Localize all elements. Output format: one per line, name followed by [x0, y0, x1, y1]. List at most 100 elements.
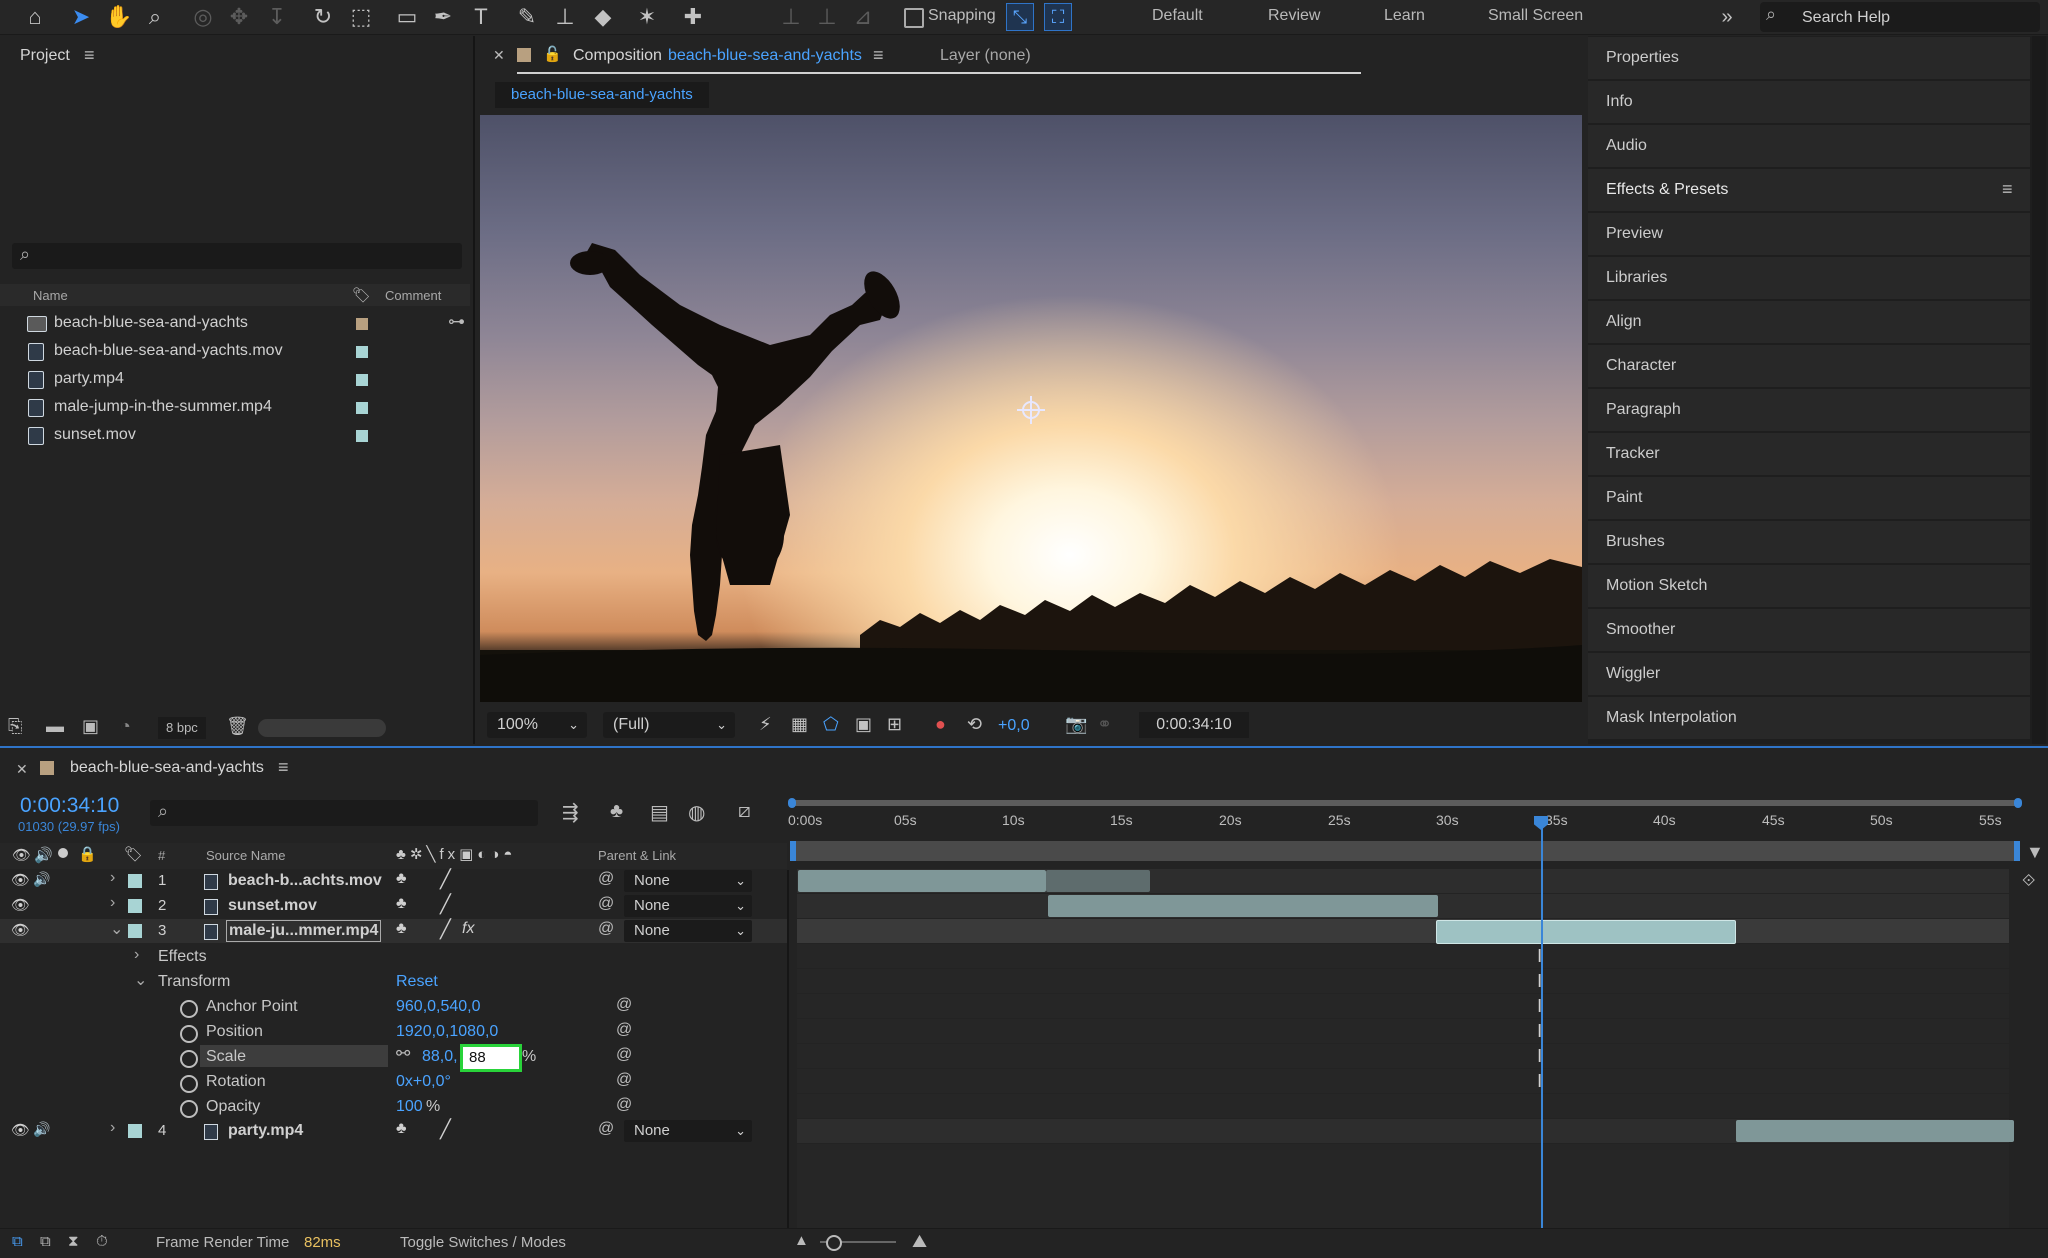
reset-exposure-icon[interactable]: ⟲: [967, 714, 982, 735]
label-swatch[interactable]: [356, 430, 368, 442]
collapse-chevron-icon[interactable]: ⌄: [110, 919, 123, 939]
timeline-zoom-slider-thumb[interactable]: [826, 1235, 842, 1251]
eraser-tool-icon[interactable]: ◆: [588, 2, 618, 32]
timeline-menu-icon[interactable]: ≡: [278, 757, 289, 778]
close-tab-icon[interactable]: ✕: [493, 47, 505, 64]
home-icon[interactable]: ⌂: [20, 2, 50, 32]
modes-pane-icon[interactable]: ⧉: [40, 1233, 51, 1250]
expand-chevron-icon[interactable]: ›: [110, 1119, 115, 1137]
pick-whip-icon[interactable]: @: [598, 1120, 614, 1138]
viewer-timecode[interactable]: 0:00:34:10: [1139, 712, 1249, 738]
panel-motion-sketch[interactable]: Motion Sketch: [1588, 565, 2030, 607]
project-item[interactable]: sunset.mov: [0, 421, 446, 449]
quality-switch-icon[interactable]: ╱: [440, 894, 451, 915]
stopwatch-icon[interactable]: [180, 1075, 198, 1093]
work-area-end-handle[interactable]: [2014, 798, 2022, 808]
panel-paragraph[interactable]: Paragraph: [1588, 389, 2030, 431]
panel-smoother[interactable]: Smoother: [1588, 609, 2030, 651]
mask-visibility-icon[interactable]: ⬠: [823, 714, 839, 735]
transform-reset-link[interactable]: Reset: [396, 973, 438, 991]
pan-behind-tool-icon[interactable]: ⬚: [346, 2, 376, 32]
puppet-pin-tool-icon[interactable]: ✚: [678, 2, 708, 32]
panel-info[interactable]: Info: [1588, 81, 2030, 123]
panel-libraries[interactable]: Libraries: [1588, 257, 2030, 299]
audio-switch-icon[interactable]: 🔊: [34, 846, 53, 864]
video-switch-icon[interactable]: 👁: [12, 846, 31, 864]
layer-3-bar[interactable]: [1436, 920, 1736, 944]
expand-chevron-icon[interactable]: ›: [134, 946, 139, 964]
time-navigator[interactable]: [790, 841, 2020, 861]
effects-switch-icon[interactable]: fx: [462, 920, 474, 938]
zoom-tool-icon[interactable]: ⌕: [140, 2, 170, 32]
snapping-checkbox[interactable]: [904, 8, 924, 28]
pick-whip-icon[interactable]: @: [598, 870, 614, 888]
scale-y-input[interactable]: 88: [460, 1044, 522, 1072]
snapshot-camera-icon[interactable]: 📷: [1065, 714, 1087, 735]
color-channels-icon[interactable]: ●: [935, 714, 946, 735]
eye-icon[interactable]: 👁: [11, 871, 30, 889]
comment-column-header[interactable]: Comment: [385, 288, 441, 303]
label-tag-icon[interactable]: 🏷: [352, 286, 371, 304]
source-name-header[interactable]: Source Name: [206, 848, 285, 863]
project-menu-icon[interactable]: ≡: [84, 45, 95, 66]
panel-mask-interpolation[interactable]: Mask Interpolation: [1588, 697, 2030, 739]
comp-marker-bin-icon[interactable]: ▼: [2026, 842, 2044, 863]
type-tool-icon[interactable]: T: [466, 2, 496, 32]
layer-label-swatch[interactable]: [128, 899, 142, 913]
rectangle-tool-icon[interactable]: ▭: [392, 2, 422, 32]
dolly-tool-icon[interactable]: ↧: [262, 2, 292, 32]
workspace-review[interactable]: Review: [1268, 7, 1320, 25]
expand-chevron-icon[interactable]: ›: [110, 894, 115, 912]
panel-effects-presets[interactable]: Effects & Presets: [1588, 169, 2030, 211]
close-tab-icon[interactable]: ✕: [16, 761, 28, 778]
roto-brush-tool-icon[interactable]: ✶: [632, 2, 662, 32]
project-item[interactable]: male-jump-in-the-summer.mp4: [0, 393, 446, 421]
quality-switch-icon[interactable]: ╱: [440, 919, 451, 940]
lock-switch-icon[interactable]: 🔒: [78, 845, 97, 863]
parent-dropdown[interactable]: None ⌄: [624, 920, 752, 942]
rotate-tool-icon[interactable]: ↻: [308, 2, 338, 32]
selection-tool-icon[interactable]: ➤: [66, 2, 96, 32]
frame-blending-icon[interactable]: ▤: [650, 800, 669, 825]
parent-link-header[interactable]: Parent & Link: [598, 848, 676, 863]
eye-icon[interactable]: 👁: [11, 896, 30, 914]
zoom-in-mountain-icon[interactable]: ⛰: [912, 1231, 927, 1252]
transform-group-label[interactable]: Transform: [158, 973, 230, 991]
view-axis-icon[interactable]: ⊿: [848, 2, 878, 32]
panel-brushes[interactable]: Brushes: [1588, 521, 2030, 563]
quality-switch-icon[interactable]: ╱: [440, 1119, 451, 1140]
new-folder-icon[interactable]: ▬: [46, 716, 64, 737]
current-time-indicator-line[interactable]: [1541, 828, 1543, 1228]
layer-switches-pane-icon[interactable]: ⧉: [12, 1233, 23, 1250]
stopwatch-icon[interactable]: [180, 1000, 198, 1018]
right-panel-scrollbar[interactable]: [2032, 36, 2046, 744]
project-panel-title[interactable]: Project: [20, 47, 70, 65]
in-out-pane-icon[interactable]: ⧗: [68, 1233, 79, 1250]
lock-icon[interactable]: 🔓: [543, 45, 562, 63]
collapse-chevron-icon[interactable]: ⌄: [134, 970, 147, 990]
composition-breadcrumb[interactable]: beach-blue-sea-and-yachts: [495, 82, 709, 108]
brush-tool-icon[interactable]: ✎: [512, 2, 542, 32]
panel-character[interactable]: Character: [1588, 345, 2030, 387]
new-composition-icon[interactable]: ▣: [82, 716, 99, 737]
layer-name[interactable]: party.mp4: [228, 1122, 303, 1140]
layer-name[interactable]: beach-b...achts.mov: [228, 872, 382, 890]
speaker-icon[interactable]: 🔊: [33, 871, 50, 888]
layer-name[interactable]: male-ju...mmer.mp4: [226, 920, 382, 942]
graph-editor-icon[interactable]: ⧄: [738, 800, 751, 823]
pen-tool-icon[interactable]: ✒: [428, 2, 458, 32]
panel-align[interactable]: Align: [1588, 301, 2030, 343]
shy-switch-icon[interactable]: ♣: [396, 1120, 407, 1138]
stopwatch-icon[interactable]: [180, 1025, 198, 1043]
project-item[interactable]: beach-blue-sea-and-yachts: [0, 309, 446, 337]
workspace-learn[interactable]: Learn: [1384, 7, 1425, 25]
workspace-small-screen[interactable]: Small Screen: [1488, 7, 1583, 25]
project-item[interactable]: party.mp4: [0, 365, 446, 393]
label-swatch[interactable]: [356, 318, 368, 330]
layer-label-swatch[interactable]: [128, 874, 142, 888]
pan-tool-icon[interactable]: ✥: [224, 2, 254, 32]
layer-1-bar-tail[interactable]: [1046, 870, 1150, 892]
eye-icon[interactable]: 👁: [11, 1121, 30, 1139]
grid-guides-icon[interactable]: ⊞: [887, 714, 902, 735]
layer-1-bar[interactable]: [798, 870, 1046, 892]
